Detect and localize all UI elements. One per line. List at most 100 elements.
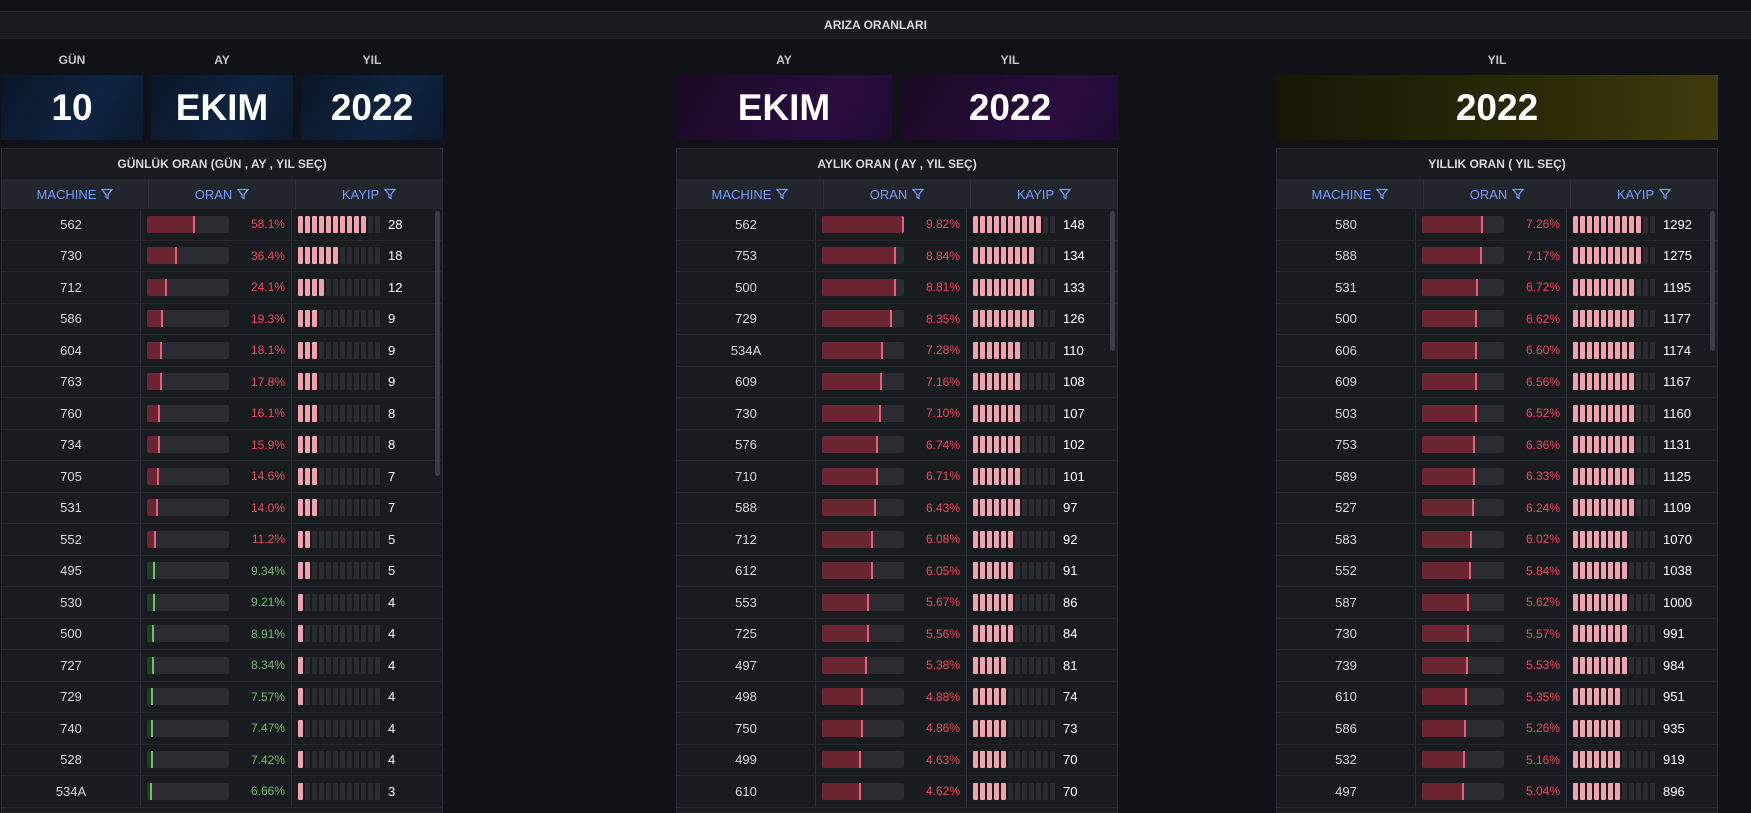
table-row: 500 6.62% 1177 [1277,303,1717,335]
filter-icon[interactable] [237,188,250,200]
machine-column-header[interactable]: MACHINE [677,179,824,209]
lcd-segment [1629,215,1634,233]
kayip-cell: 28 [291,209,442,240]
machine-column-header[interactable]: MACHINE [1277,179,1424,209]
lcd-segment [1622,530,1627,548]
kayip-column-header[interactable]: KAYIP [296,179,442,209]
lcd-segment [987,499,992,517]
lcd-segment [1594,499,1599,517]
oran-cell: 14.0% [140,492,291,523]
scrollbar[interactable] [1710,211,1715,351]
lcd-segment [347,499,352,517]
lcd-segment [1001,373,1006,391]
lcd-segment [1650,467,1655,485]
table-row: 500 8.81% 133 [677,272,1117,304]
kayip-lcd-gauge [298,625,380,643]
oran-value: 7.47% [250,721,285,736]
lcd-segment [1587,247,1592,265]
oran-bar-gauge [1422,688,1504,706]
lcd-segment [973,215,978,233]
machine-cell: 710 [735,468,757,484]
kayip-lcd-gauge [1573,499,1655,517]
kayip-cell: 7 [291,492,442,523]
kayip-cell: 102 [966,429,1117,460]
filter-icon[interactable] [912,188,925,200]
lcd-segment [1650,593,1655,611]
lcd-segment [1615,310,1620,328]
kayip-lcd-gauge [298,530,380,548]
filter-icon[interactable] [1376,188,1389,200]
oran-column-header[interactable]: ORAN [824,179,971,209]
lcd-segment [1036,782,1041,800]
lcd-segment [1029,593,1034,611]
table-row: 586 19.3% 9 [2,303,442,335]
lcd-segment [368,530,373,548]
lcd-segment [354,782,359,800]
lcd-segment [994,467,999,485]
lcd-segment [319,215,324,233]
lcd-segment [1036,499,1041,517]
lcd-segment [1043,751,1048,769]
lcd-segment [326,656,331,674]
oran-bar-fill [1422,751,1466,769]
lcd-segment [361,593,366,611]
kayip-lcd-gauge [1573,593,1655,611]
lcd-segment [312,215,317,233]
dashboard-title: ARIZA ORANLARI [0,11,1751,39]
lcd-segment [368,688,373,706]
lcd-segment [333,341,338,359]
filter-icon[interactable] [1059,188,1072,200]
table-header: MACHINE ORAN KAYIP [1277,179,1717,209]
lcd-segment [1022,562,1027,580]
oran-value: 7.42% [250,752,285,767]
lcd-segment [326,562,331,580]
filter-icon[interactable] [384,188,397,200]
lcd-segment [1580,530,1585,548]
lcd-segment [1036,215,1041,233]
kayip-cell: 1195 [1566,272,1717,303]
machine-cell: 588 [735,500,757,516]
lcd-segment [1601,404,1606,422]
scrollbar[interactable] [435,211,440,476]
kayip-value: 4 [388,626,396,642]
oran-bar-fill [1422,467,1475,485]
lcd-segment [375,436,380,454]
lcd-segment [333,530,338,548]
kayip-lcd-gauge [298,247,380,265]
oran-column-header[interactable]: ORAN [1424,179,1571,209]
lcd-segment [1643,341,1648,359]
kayip-value: 86 [1063,594,1078,610]
lcd-segment [298,215,303,233]
lcd-segment [1587,751,1592,769]
oran-bar-fill [822,751,861,769]
scrollbar[interactable] [1110,211,1115,351]
kayip-lcd-gauge [973,751,1055,769]
lcd-segment [1636,751,1641,769]
oran-bar-fill [147,247,177,265]
filter-icon[interactable] [1659,188,1672,200]
filter-icon[interactable] [101,188,114,200]
lcd-segment [1608,436,1613,454]
filter-icon[interactable] [776,188,789,200]
panel-title: GÜNLÜK ORAN (GÜN , AY , YIL SEÇ) [117,157,327,171]
lcd-segment [994,593,999,611]
lcd-segment [1580,751,1585,769]
filter-icon[interactable] [1512,188,1525,200]
oran-bar-gauge [822,467,904,485]
lcd-segment [319,751,324,769]
machine-cell: 712 [735,531,757,547]
kayip-value: 9 [388,374,396,390]
kayip-column-header[interactable]: KAYIP [1571,179,1717,209]
oran-column-header[interactable]: ORAN [149,179,296,209]
machine-column-header[interactable]: MACHINE [2,179,149,209]
oran-value: 7.26% [1525,217,1560,232]
table-row: 589 6.33% 1125 [1277,461,1717,493]
lcd-segment [1008,373,1013,391]
kayip-column-header[interactable]: KAYIP [971,179,1117,209]
kayip-value: 7 [388,500,396,516]
lcd-segment [305,719,310,737]
lcd-segment [347,782,352,800]
oran-cell: 16.1% [140,398,291,429]
lcd-segment [354,499,359,517]
lcd-segment [368,751,373,769]
